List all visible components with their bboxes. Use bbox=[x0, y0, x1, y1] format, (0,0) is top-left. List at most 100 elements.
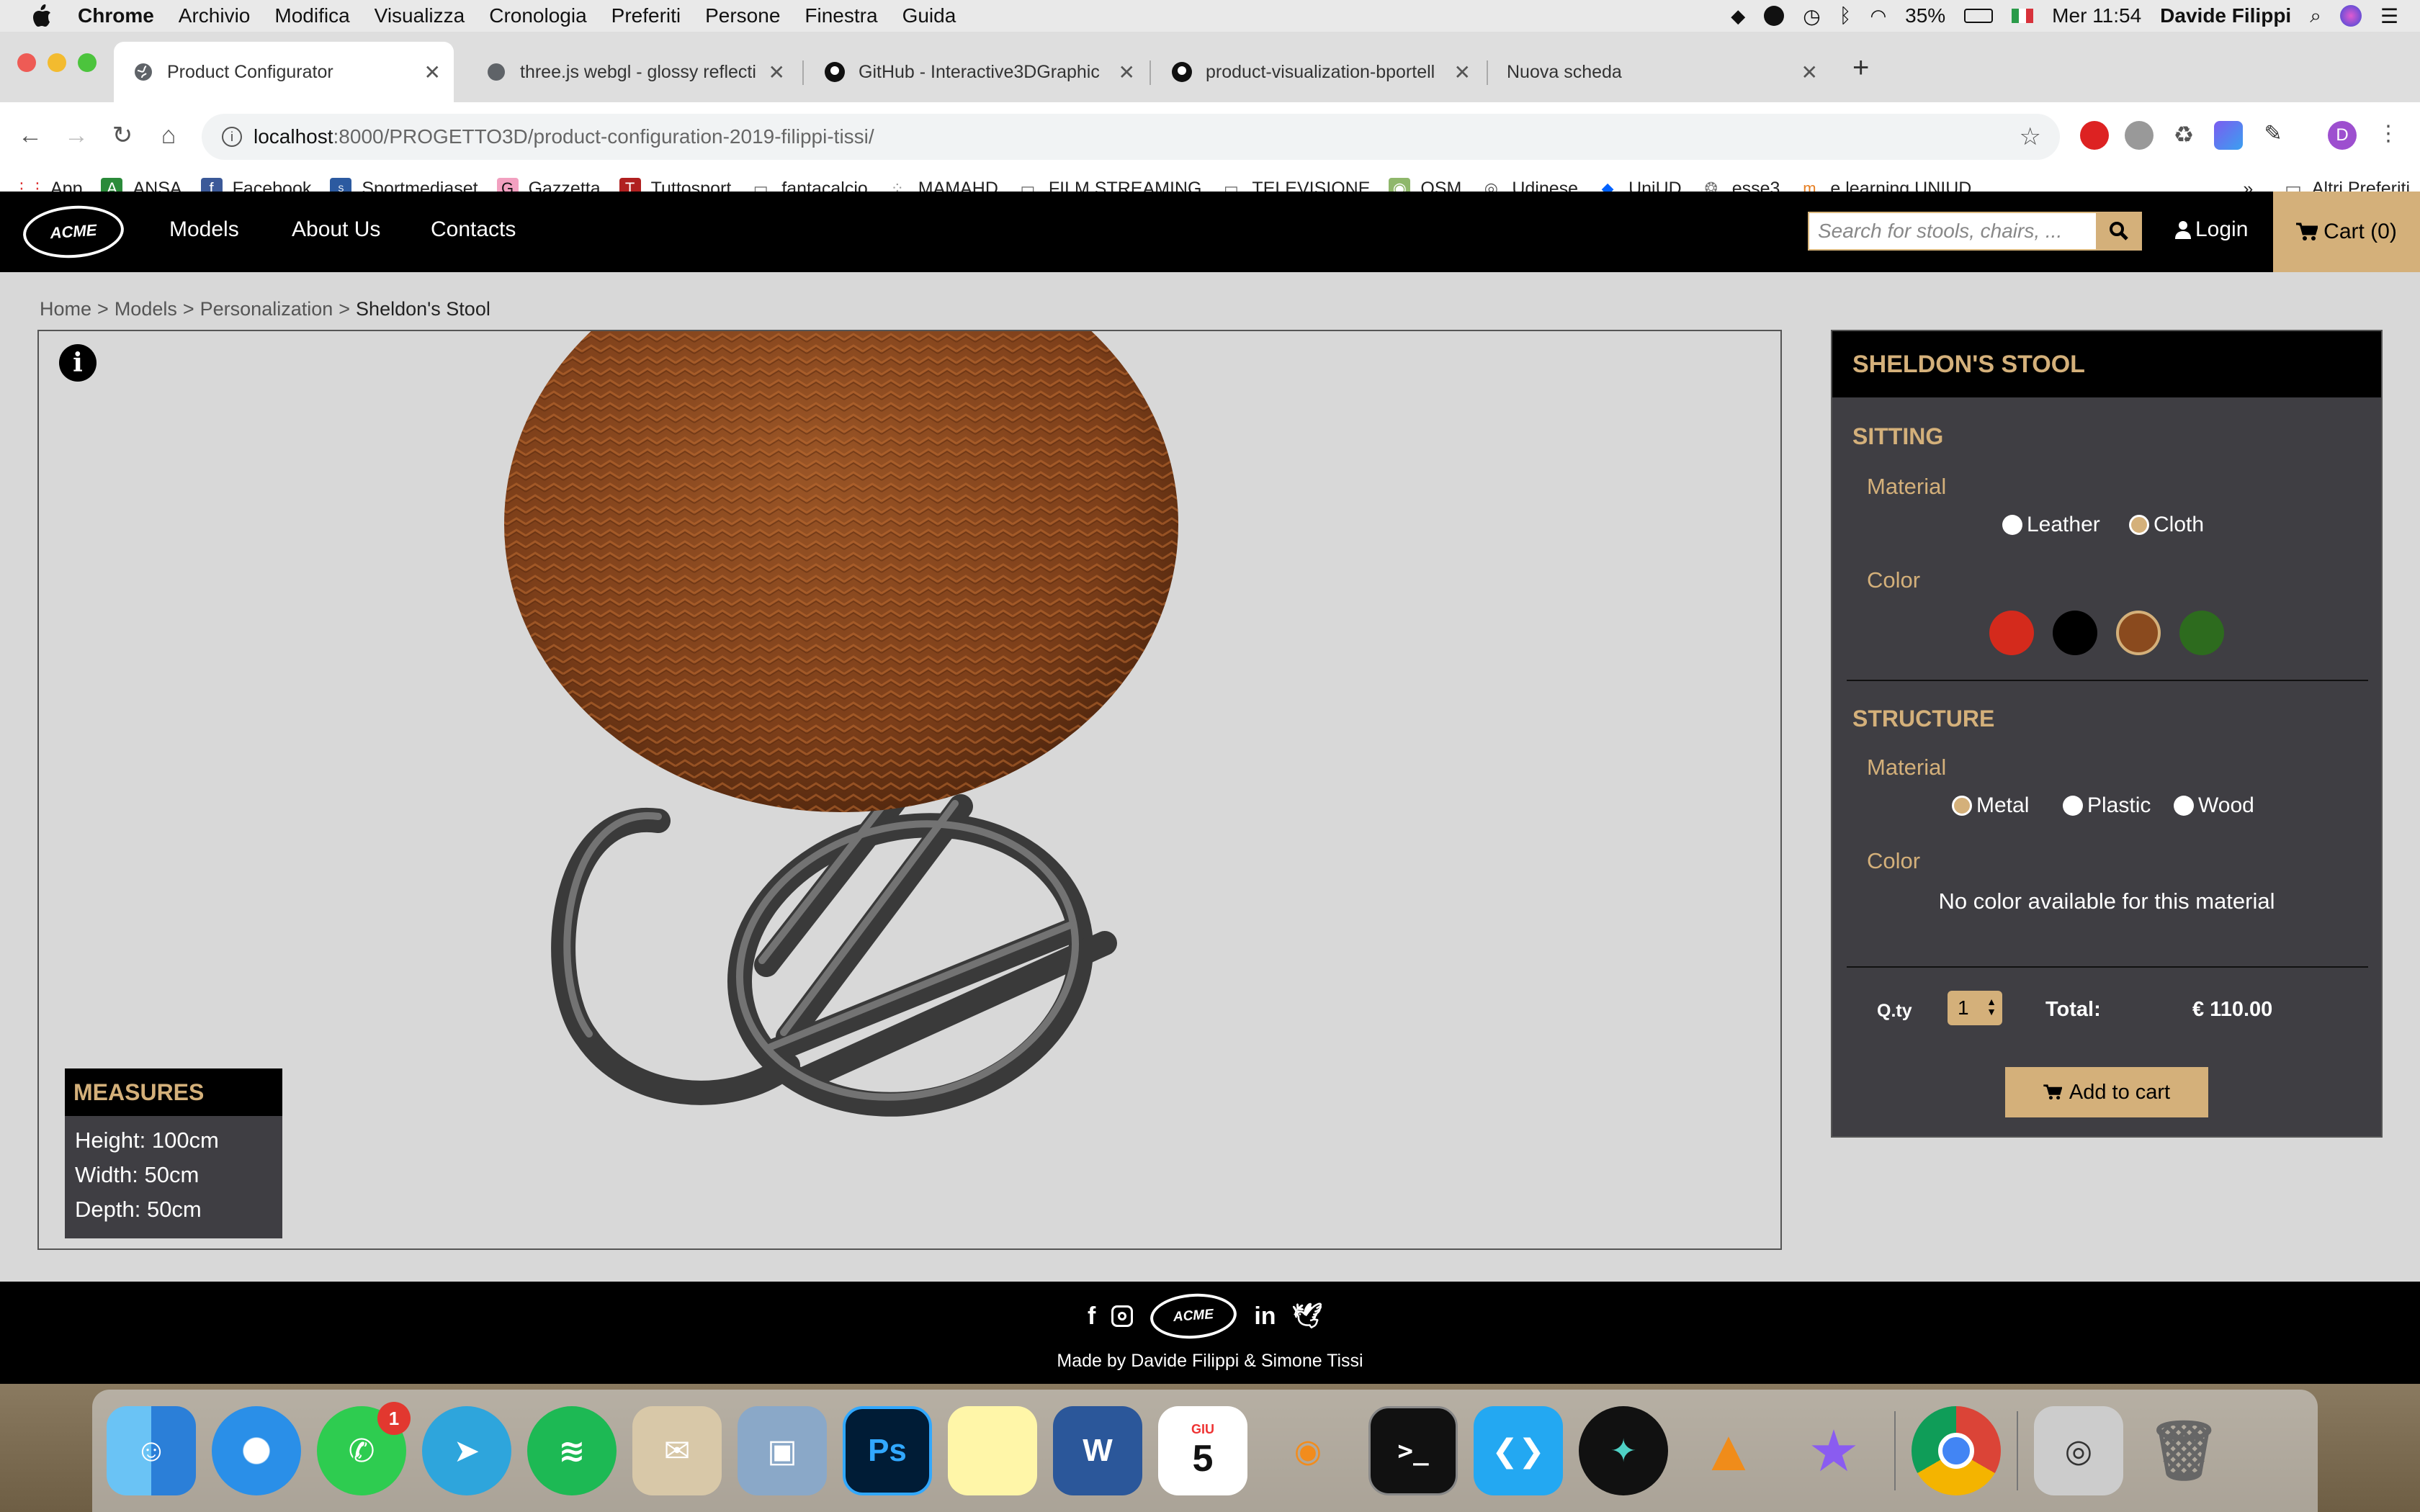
wifi-icon[interactable]: ◠ bbox=[1870, 5, 1886, 27]
radio-structure-wood[interactable]: Wood bbox=[2174, 793, 2254, 818]
safari-icon[interactable] bbox=[212, 1406, 301, 1495]
radio-sitting-leather[interactable]: Leather bbox=[2002, 513, 2100, 537]
chrome-icon[interactable] bbox=[1912, 1406, 2001, 1495]
home-icon[interactable]: ⌂ bbox=[148, 115, 189, 156]
menu-app-name[interactable]: Chrome bbox=[78, 4, 154, 27]
finder-icon[interactable]: ☺ bbox=[107, 1406, 196, 1495]
blender-icon[interactable]: ◉ bbox=[1263, 1406, 1353, 1495]
back-arrow-icon[interactable]: ← bbox=[10, 115, 50, 156]
swatch-green[interactable] bbox=[2179, 611, 2224, 655]
menu-archivio[interactable]: Archivio bbox=[179, 4, 251, 27]
telegram-icon[interactable]: ➤ bbox=[422, 1406, 511, 1495]
new-tab-button[interactable]: + bbox=[1852, 52, 1869, 84]
siri-icon[interactable] bbox=[2339, 5, 2362, 27]
apple-icon[interactable] bbox=[27, 1, 56, 30]
tab-new-tab[interactable]: Nuova scheda ✕ bbox=[1488, 42, 1831, 102]
imovie-icon[interactable]: ★ bbox=[1789, 1406, 1878, 1495]
photoshop-icon[interactable]: Ps bbox=[843, 1406, 932, 1495]
forward-arrow-icon[interactable]: → bbox=[56, 115, 97, 156]
swatch-brown-selected[interactable] bbox=[2116, 611, 2161, 655]
radio-structure-metal[interactable]: Metal bbox=[1952, 793, 2029, 818]
info-icon[interactable]: i bbox=[59, 344, 97, 382]
tab-threejs[interactable]: three.js webgl - glossy reflecti ✕ bbox=[467, 42, 798, 102]
close-tab-icon[interactable]: ✕ bbox=[1454, 60, 1471, 84]
user-name[interactable]: Davide Filippi bbox=[2160, 4, 2291, 27]
search-button[interactable] bbox=[2096, 212, 2142, 251]
nav-about-us[interactable]: About Us bbox=[292, 217, 380, 242]
login-link[interactable]: Login bbox=[2175, 217, 2248, 242]
nav-models[interactable]: Models bbox=[169, 217, 239, 242]
nav-contacts[interactable]: Contacts bbox=[431, 217, 516, 242]
maximize-window-button[interactable] bbox=[78, 53, 97, 72]
notes-icon[interactable] bbox=[948, 1406, 1037, 1495]
whatsapp-icon[interactable]: ✆ 1 bbox=[317, 1402, 411, 1495]
close-tab-icon[interactable]: ✕ bbox=[1801, 60, 1818, 84]
info-circle-icon[interactable]: i bbox=[222, 127, 242, 147]
terminal-icon[interactable]: >_ bbox=[1368, 1406, 1458, 1495]
instagram-icon[interactable] bbox=[1111, 1305, 1134, 1327]
menu-preferiti[interactable]: Preferiti bbox=[611, 4, 681, 27]
navigation-icon[interactable] bbox=[1764, 6, 1785, 26]
image-capture-icon[interactable]: ▣ bbox=[738, 1406, 827, 1495]
radio-dot[interactable] bbox=[2174, 796, 2194, 816]
menu-finestra[interactable]: Finestra bbox=[805, 4, 877, 27]
cart-button[interactable]: Cart (0) bbox=[2273, 192, 2420, 272]
quantity-select[interactable]: 1 ▲ ▼ bbox=[1948, 991, 2002, 1025]
clock[interactable]: Mer 11:54 bbox=[2052, 4, 2141, 27]
twitter-icon[interactable]: 🕊 bbox=[1292, 1302, 1323, 1331]
close-tab-icon[interactable]: ✕ bbox=[768, 60, 785, 84]
radio-dot[interactable] bbox=[2063, 796, 2083, 816]
swatch-red[interactable] bbox=[1989, 611, 2034, 655]
extension-circle-icon[interactable] bbox=[2125, 121, 2154, 150]
dropbox-icon[interactable]: ◆ bbox=[1731, 5, 1745, 27]
bluetooth-icon[interactable]: ᛒ bbox=[1839, 4, 1852, 27]
menu-visualizza[interactable]: Visualizza bbox=[375, 4, 465, 27]
search-input[interactable]: Search for stools, chairs, ... bbox=[1808, 212, 2142, 251]
stool-3d-render[interactable] bbox=[39, 331, 1782, 1250]
time-machine-icon[interactable]: ◷ bbox=[1803, 4, 1820, 28]
eyedropper-icon[interactable]: ✎ bbox=[2259, 121, 2287, 150]
italian-flag-icon[interactable] bbox=[2012, 9, 2034, 23]
stepper-arrows-icon[interactable]: ▲ ▼ bbox=[1986, 996, 1996, 1017]
preview-icon[interactable]: ✉ bbox=[632, 1406, 722, 1495]
menu-modifica[interactable]: Modifica bbox=[274, 4, 349, 27]
battery-icon[interactable] bbox=[1964, 9, 1994, 23]
spotlight-search-icon[interactable]: ⌕ bbox=[2310, 4, 2321, 28]
footer-acme-logo[interactable]: ACME bbox=[1149, 1290, 1239, 1342]
trash-icon[interactable]: 🗑 bbox=[2139, 1406, 2228, 1495]
tab-product-configurator[interactable]: Product Configurator ✕ bbox=[114, 42, 454, 102]
breadcrumb-personalization[interactable]: Personalization bbox=[200, 298, 333, 320]
vscode-icon[interactable]: ❮❯ bbox=[1474, 1406, 1563, 1495]
radio-dot[interactable] bbox=[2002, 515, 2022, 535]
swatch-black[interactable] bbox=[2053, 611, 2097, 655]
adblock-icon[interactable] bbox=[2080, 121, 2109, 150]
menu-cronologia[interactable]: Cronologia bbox=[489, 4, 586, 27]
linkedin-icon[interactable]: in bbox=[1254, 1302, 1276, 1331]
close-tab-icon[interactable]: ✕ bbox=[1119, 60, 1135, 84]
chrome-menu-icon[interactable]: ⋮ bbox=[2374, 121, 2403, 150]
word-icon[interactable]: W bbox=[1053, 1406, 1142, 1495]
radio-dot-selected[interactable] bbox=[1952, 796, 1972, 816]
close-window-button[interactable] bbox=[17, 53, 36, 72]
extension-square-icon[interactable] bbox=[2214, 121, 2243, 150]
battery-percent[interactable]: 35% bbox=[1905, 4, 1945, 27]
tab-github-interactive[interactable]: GitHub - Interactive3DGraphic ✕ bbox=[805, 42, 1148, 102]
tab-product-visualization[interactable]: product-visualization-bportell ✕ bbox=[1152, 42, 1484, 102]
acme-logo[interactable]: ACME bbox=[21, 202, 126, 261]
screenshot-icon[interactable]: ◎ bbox=[2034, 1406, 2123, 1495]
gitkraken-icon[interactable]: ✦ bbox=[1579, 1406, 1668, 1495]
reload-icon[interactable]: ↻ bbox=[102, 115, 143, 156]
radio-sitting-cloth[interactable]: Cloth bbox=[2129, 513, 2204, 537]
menu-persone[interactable]: Persone bbox=[705, 4, 780, 27]
vlc-icon[interactable]: ▲ bbox=[1684, 1406, 1773, 1495]
facebook-icon[interactable]: f bbox=[1088, 1302, 1095, 1331]
radio-dot-selected[interactable] bbox=[2129, 515, 2149, 535]
breadcrumb-models[interactable]: Models bbox=[115, 298, 177, 320]
close-tab-icon[interactable]: ✕ bbox=[424, 60, 441, 84]
breadcrumb-home[interactable]: Home bbox=[40, 298, 91, 320]
notification-center-icon[interactable]: ☰ bbox=[2380, 4, 2398, 28]
3d-viewer-canvas[interactable]: i MEASURES Height: 100cm Width: 50cm Dep… bbox=[37, 330, 1782, 1250]
spotify-icon[interactable]: ≋ bbox=[527, 1406, 617, 1495]
calendar-icon[interactable]: GIU 5 bbox=[1158, 1406, 1247, 1495]
bookmark-star-icon[interactable]: ☆ bbox=[2020, 122, 2041, 151]
